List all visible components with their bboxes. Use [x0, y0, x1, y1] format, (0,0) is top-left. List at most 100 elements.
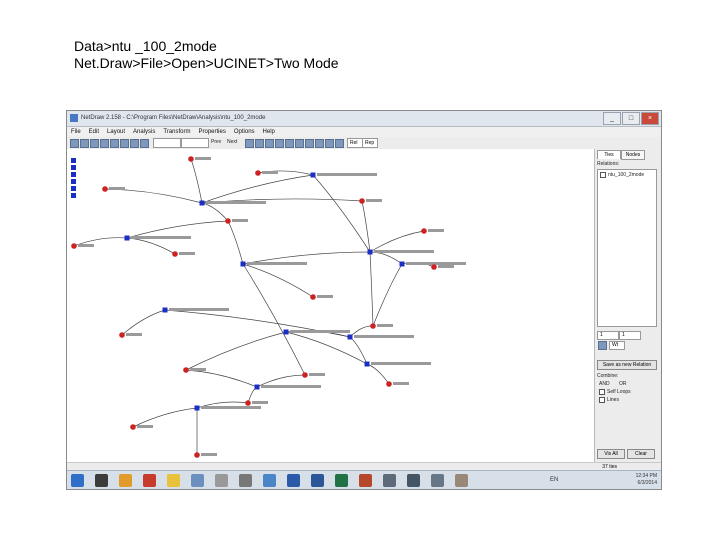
- tool-icon[interactable]: [305, 139, 314, 148]
- windows-start-icon[interactable]: [71, 474, 84, 487]
- event-node[interactable]: [347, 334, 353, 340]
- lines-checkbox[interactable]: [599, 397, 605, 403]
- combo-field-1[interactable]: [153, 138, 181, 148]
- event-node[interactable]: [399, 261, 405, 267]
- powerpoint-icon[interactable]: [359, 474, 372, 487]
- actor-node[interactable]: [119, 332, 125, 338]
- filezilla-icon[interactable]: [143, 474, 156, 487]
- event-node[interactable]: [199, 200, 205, 206]
- actor-node[interactable]: [302, 372, 308, 378]
- tool-icon[interactable]: [295, 139, 304, 148]
- app-icon[interactable]: [455, 474, 468, 487]
- app-icon[interactable]: [191, 474, 204, 487]
- prev-label[interactable]: Prev: [211, 139, 221, 145]
- relations-list[interactable]: ntu_100_2mode: [597, 169, 657, 327]
- value-field-1[interactable]: 1: [597, 331, 619, 340]
- isolate-node[interactable]: [71, 186, 76, 191]
- actor-node[interactable]: [421, 228, 427, 234]
- tool-icon[interactable]: [315, 139, 324, 148]
- tool-icon[interactable]: [275, 139, 284, 148]
- network-graph[interactable]: [67, 149, 594, 462]
- chrome-icon[interactable]: [167, 474, 180, 487]
- actor-node[interactable]: [225, 218, 231, 224]
- isolate-node[interactable]: [71, 165, 76, 170]
- actor-node[interactable]: [245, 400, 251, 406]
- relation-item[interactable]: ntu_100_2mode: [600, 172, 644, 178]
- option-and[interactable]: AND: [599, 381, 610, 387]
- menu-layout[interactable]: Layout: [107, 127, 125, 137]
- tool-icon[interactable]: [255, 139, 264, 148]
- actor-node[interactable]: [71, 243, 77, 249]
- actor-node[interactable]: [194, 452, 200, 458]
- color-swatch-icon[interactable]: [598, 341, 607, 350]
- shape-icon[interactable]: [140, 139, 149, 148]
- self-loops-option[interactable]: Self Loops: [599, 389, 631, 395]
- language-indicator[interactable]: EN: [550, 477, 558, 483]
- excel-icon[interactable]: [335, 474, 348, 487]
- actor-node[interactable]: [188, 156, 194, 162]
- media-icon[interactable]: [119, 474, 132, 487]
- combo-field-2[interactable]: [181, 138, 209, 148]
- tab-ties[interactable]: Ties: [597, 150, 621, 159]
- weight-field[interactable]: Wt: [609, 341, 625, 350]
- option-or[interactable]: OR: [619, 381, 627, 387]
- save-relation-button[interactable]: Save as new Relation: [597, 360, 657, 370]
- menu-transform[interactable]: Transform: [163, 127, 190, 137]
- app-icon[interactable]: [215, 474, 228, 487]
- self-loops-checkbox[interactable]: [599, 389, 605, 395]
- menu-options[interactable]: Options: [234, 127, 255, 137]
- actor-node[interactable]: [359, 198, 365, 204]
- event-node[interactable]: [124, 235, 130, 241]
- menu-analysis[interactable]: Analysis: [133, 127, 155, 137]
- actor-node[interactable]: [130, 424, 136, 430]
- event-node[interactable]: [310, 172, 316, 178]
- word-icon[interactable]: [311, 474, 324, 487]
- vis-all-button[interactable]: Vis All: [597, 449, 625, 459]
- event-node[interactable]: [194, 405, 200, 411]
- event-node[interactable]: [367, 249, 373, 255]
- actor-node[interactable]: [431, 264, 437, 270]
- netdraw-icon[interactable]: [287, 474, 300, 487]
- relation-checkbox[interactable]: [600, 172, 606, 178]
- menu-edit[interactable]: Edit: [89, 127, 99, 137]
- actor-node[interactable]: [102, 186, 108, 192]
- actor-node[interactable]: [172, 251, 178, 257]
- minimize-button[interactable]: _: [603, 112, 621, 125]
- color-icon[interactable]: [130, 139, 139, 148]
- menu-help[interactable]: Help: [263, 127, 275, 137]
- isolate-node[interactable]: [71, 193, 76, 198]
- tool-icon[interactable]: [335, 139, 344, 148]
- zoom-in-icon[interactable]: [110, 139, 119, 148]
- next-label[interactable]: Next: [227, 139, 237, 145]
- system-clock[interactable]: 12:34 PM 6/3/2014: [636, 473, 657, 487]
- event-node[interactable]: [240, 261, 246, 267]
- app-icon[interactable]: [431, 474, 444, 487]
- event-node[interactable]: [254, 384, 260, 390]
- tool-icon[interactable]: [245, 139, 254, 148]
- app-icon[interactable]: [263, 474, 276, 487]
- close-button[interactable]: ×: [641, 112, 659, 125]
- print-icon[interactable]: [90, 139, 99, 148]
- layout-icon[interactable]: [100, 139, 109, 148]
- tab-nodes[interactable]: Nodes: [621, 150, 645, 160]
- app-icon[interactable]: [239, 474, 252, 487]
- clear-button[interactable]: Clear: [627, 449, 655, 459]
- next-field[interactable]: Rep: [362, 138, 378, 148]
- actor-node[interactable]: [310, 294, 316, 300]
- actor-node[interactable]: [255, 170, 261, 176]
- menu-file[interactable]: File: [71, 127, 81, 137]
- value-field-2[interactable]: 1: [619, 331, 641, 340]
- app-icon[interactable]: [407, 474, 420, 487]
- lines-option[interactable]: Lines: [599, 397, 619, 403]
- isolate-node[interactable]: [71, 179, 76, 184]
- actor-node[interactable]: [370, 323, 376, 329]
- file-explorer-icon[interactable]: [95, 474, 108, 487]
- prev-field[interactable]: Rel: [347, 138, 363, 148]
- event-node[interactable]: [162, 307, 168, 313]
- actor-node[interactable]: [183, 367, 189, 373]
- tool-icon[interactable]: [325, 139, 334, 148]
- isolate-node[interactable]: [71, 158, 76, 163]
- event-node[interactable]: [364, 361, 370, 367]
- network-canvas[interactable]: [67, 149, 595, 462]
- app-icon[interactable]: [383, 474, 396, 487]
